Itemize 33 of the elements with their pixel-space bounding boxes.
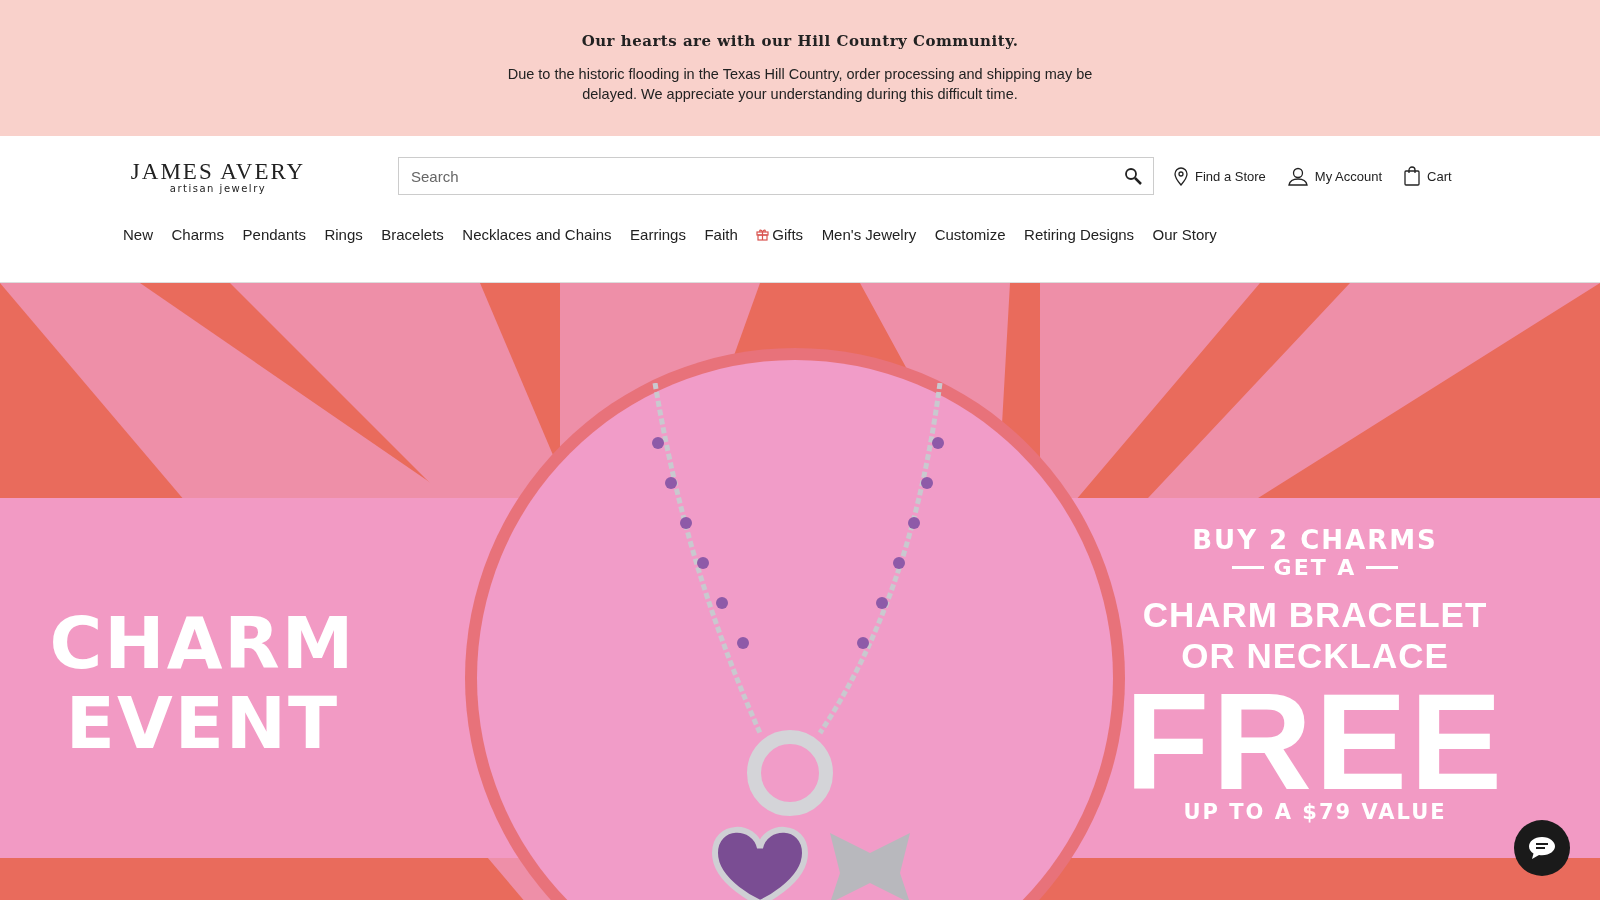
- hero-title: CHARM: [49, 603, 356, 683]
- nav-link[interactable]: New: [123, 226, 153, 243]
- shopping-bag-icon: [1404, 166, 1421, 186]
- header-link[interactable]: My Account: [1287, 166, 1383, 186]
- nav-link[interactable]: Retiring Designs: [1024, 226, 1135, 243]
- nav-link[interactable]: Bracelets: [381, 226, 444, 243]
- nav-link[interactable]: Necklaces and Chains: [462, 226, 612, 243]
- gift-icon: [756, 228, 770, 241]
- nav-link[interactable]: Men's Jewelry: [821, 226, 917, 243]
- nav-link[interactable]: Gifts: [756, 226, 804, 243]
- notice-message: Due to the historic flooding in the Texas Hill Country, order processing and shipping may be delayed. We appreciate your understanding during this difficult time.: [506, 65, 1094, 104]
- offer-item: CHARM BRACELET: [1142, 594, 1488, 635]
- nav-link[interactable]: Pendants: [242, 226, 306, 243]
- nav-link[interactable]: Faith: [704, 226, 738, 243]
- location-pin-icon: [1174, 166, 1188, 186]
- search-field[interactable]: Search: [398, 157, 1154, 195]
- nav-link[interactable]: Charms: [171, 226, 225, 243]
- nav-link[interactable]: Earrings: [630, 226, 686, 243]
- header-link[interactable]: Find a Store: [1174, 166, 1266, 186]
- user-icon: [1287, 166, 1308, 186]
- offer-headline: BUY 2 CHARMS: [1192, 525, 1438, 555]
- chat-bubble-icon: [1527, 835, 1557, 861]
- offer-item: OR NECKLACE: [1181, 635, 1449, 676]
- notice-title: Our hearts are with our Hill Country Community.: [581, 32, 1019, 50]
- header-link[interactable]: Cart: [1404, 166, 1452, 186]
- nav-link[interactable]: Our Story: [1152, 226, 1217, 243]
- nav-link[interactable]: Rings: [324, 226, 363, 243]
- logo-name[interactable]: JAMES AVERY: [130, 158, 306, 185]
- nav-link[interactable]: Customize: [934, 226, 1006, 243]
- hero-title: EVENT: [65, 683, 340, 763]
- offer-connector: GET A: [1273, 555, 1357, 580]
- search-icon[interactable]: [1124, 167, 1142, 185]
- logo-tagline: artisan jewelry: [169, 182, 267, 194]
